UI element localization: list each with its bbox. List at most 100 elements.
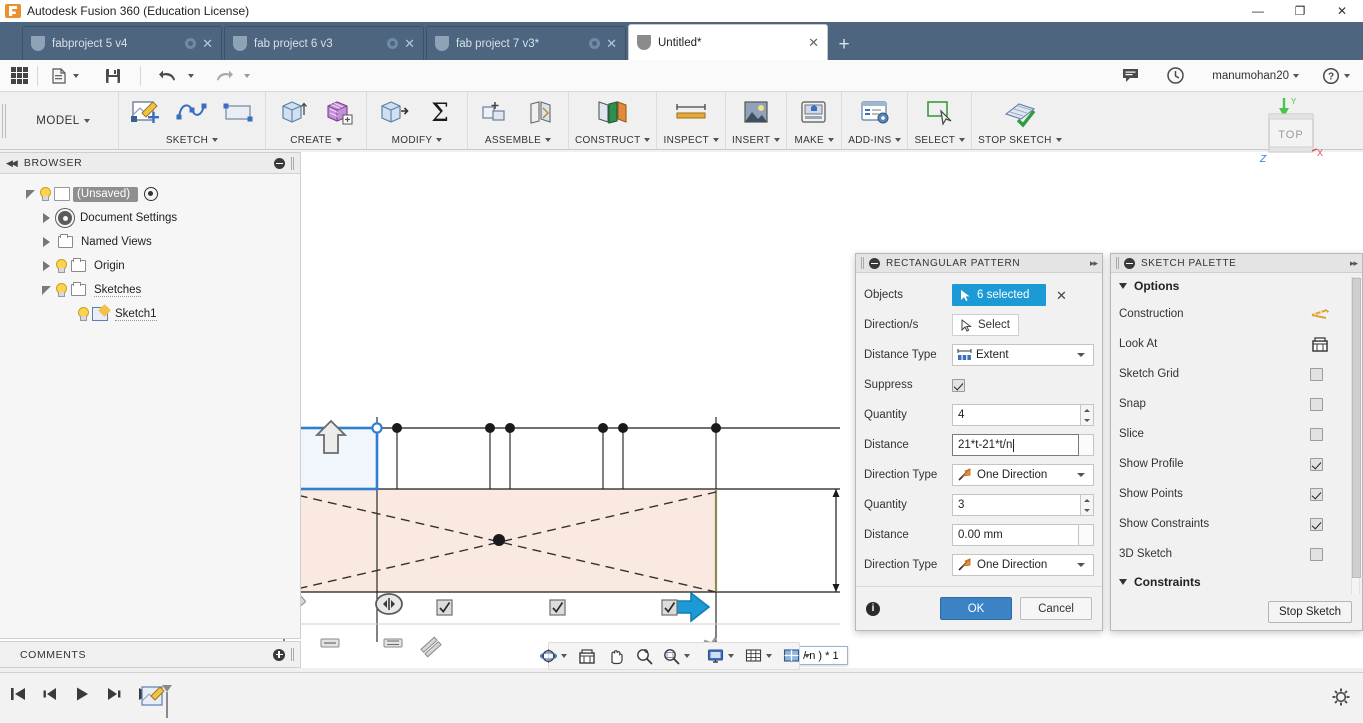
chevron-down-icon[interactable] (244, 73, 250, 78)
add-comment-icon[interactable] (273, 648, 285, 661)
ribbon-group-label[interactable]: SKETCH (125, 132, 259, 148)
tree-node-unsaved[interactable]: (Unsaved) (0, 182, 300, 206)
chevron-down-icon[interactable] (683, 654, 690, 658)
dialog-header[interactable]: RECTANGULAR PATTERN ▸▸ (856, 254, 1102, 273)
visibility-bulb-icon[interactable] (38, 187, 51, 201)
quantity-2-stepper[interactable] (1081, 494, 1094, 516)
document-tab-3[interactable]: fab project 7 v3* ✕ (426, 26, 626, 60)
palette-header[interactable]: SKETCH PALETTE ▸▸ (1111, 254, 1362, 273)
pattern-instance-checkbox[interactable] (661, 599, 678, 616)
info-icon[interactable]: i (866, 601, 880, 616)
comments-resize-grip[interactable] (291, 648, 294, 661)
constraint-symbol-coincident[interactable] (318, 635, 342, 651)
timeline-play-button[interactable] (72, 685, 92, 703)
palette-row-slice[interactable]: Slice (1111, 419, 1362, 449)
chevron-down-icon[interactable] (83, 118, 90, 123)
save-button[interactable] (98, 62, 128, 90)
chevron-down-icon[interactable] (828, 138, 834, 142)
chevron-down-icon[interactable] (765, 654, 772, 658)
orbit-button[interactable] (537, 644, 569, 668)
dialog-expand-icon[interactable]: ▸▸ (1090, 258, 1098, 269)
palette-scrollbar[interactable] (1351, 277, 1361, 617)
dialog-collapse-icon[interactable] (869, 257, 880, 269)
distance-2-input[interactable]: 0.00 mm (952, 524, 1079, 546)
show-constraints-checkbox[interactable] (1310, 517, 1323, 531)
ribbon-group-label[interactable]: INSPECT (663, 132, 719, 148)
visibility-bulb-icon[interactable] (54, 283, 67, 297)
direction-type-2-combo[interactable]: One Direction (952, 554, 1094, 576)
workspace-selector[interactable]: MODEL (8, 92, 118, 149)
tab-close-icon[interactable]: ✕ (404, 37, 415, 50)
user-account-button[interactable]: manumohan20 (1206, 70, 1305, 82)
distance-2-dropdown[interactable] (1079, 524, 1094, 546)
fit-button[interactable] (660, 644, 692, 668)
pattern-up-arrow-handle[interactable] (313, 419, 349, 457)
close-button[interactable]: ✕ (1321, 0, 1363, 22)
help-button[interactable]: ? (1317, 62, 1355, 90)
visibility-bulb-icon[interactable] (54, 259, 67, 273)
insert-mcmaster-button[interactable] (735, 94, 777, 132)
timeline-first-button[interactable] (8, 685, 28, 703)
chevron-down-icon[interactable] (1293, 73, 1299, 78)
chevron-down-icon[interactable] (727, 654, 734, 658)
timeline-next-button[interactable] (104, 685, 124, 703)
ribbon-group-label[interactable]: ASSEMBLE (474, 132, 562, 148)
chevron-down-icon[interactable] (1077, 473, 1085, 477)
grid-snap-button[interactable] (742, 644, 774, 668)
suppress-checkbox[interactable] (952, 378, 965, 392)
quantity-2-input[interactable]: 3 (952, 494, 1081, 516)
chevron-down-icon[interactable] (436, 138, 443, 142)
palette-row-snap[interactable]: Snap (1111, 389, 1362, 419)
constraint-symbol-coincident[interactable] (381, 635, 405, 651)
undo-button[interactable] (153, 62, 199, 90)
activate-component-icon[interactable] (144, 187, 159, 201)
tree-node-sketches[interactable]: Sketches (0, 278, 300, 302)
dialog-drag-grip[interactable] (861, 257, 864, 269)
spline-tool-button[interactable] (171, 94, 213, 132)
ribbon-group-label[interactable]: CONSTRUCT (575, 132, 651, 148)
quantity-1-stepper[interactable] (1081, 404, 1094, 426)
options-section-header[interactable]: Options (1111, 273, 1362, 299)
chevron-down-icon[interactable] (1055, 138, 1062, 142)
browser-resize-grip[interactable] (291, 156, 294, 170)
expand-toggle-icon[interactable] (38, 230, 54, 254)
stop-sketch-button[interactable]: Stop Sketch (1267, 601, 1352, 623)
palette-collapse-icon[interactable] (1124, 257, 1135, 269)
show-points-checkbox[interactable] (1310, 487, 1323, 501)
direction-type-1-combo[interactable]: One Direction (952, 464, 1094, 486)
timeline-feature-sketch1[interactable] (140, 683, 174, 723)
ribbon-group-label[interactable]: CREATE (272, 132, 360, 148)
pattern-instance-checkbox[interactable] (436, 599, 453, 616)
change-parameters-button[interactable]: Σ (419, 94, 461, 132)
job-status-button[interactable] (1161, 62, 1190, 90)
clear-selection-icon[interactable]: ✕ (1056, 289, 1067, 302)
visibility-bulb-icon[interactable] (76, 307, 89, 321)
palette-expand-icon[interactable]: ▸▸ (1350, 258, 1358, 269)
chevron-down-icon[interactable] (644, 138, 651, 142)
document-tab-2[interactable]: fab project 6 v3 ✕ (224, 26, 424, 60)
chevron-down-icon[interactable] (803, 654, 810, 658)
3d-print-button[interactable] (793, 94, 835, 132)
zoom-button[interactable] (633, 644, 656, 668)
ribbon-group-label[interactable]: SELECT (914, 132, 966, 148)
ribbon-group-label[interactable]: MAKE (793, 132, 835, 148)
chevron-down-icon[interactable] (335, 138, 342, 142)
browser-minimize-icon[interactable] (274, 157, 285, 169)
chevron-down-icon[interactable] (895, 138, 902, 142)
look-at-button[interactable] (575, 644, 598, 668)
new-component-button[interactable] (474, 94, 516, 132)
constraints-section-header[interactable]: Constraints (1111, 569, 1362, 595)
create-pattern-button[interactable] (318, 94, 360, 132)
tab-close-icon[interactable]: ✕ (808, 36, 819, 49)
distance-type-combo[interactable]: Extent (952, 344, 1094, 366)
distance-1-input[interactable]: 21*t-21*t/n (952, 434, 1079, 456)
quantity-1-input[interactable]: 4 (952, 404, 1081, 426)
chevron-down-icon[interactable] (73, 73, 79, 78)
timeline-settings-button[interactable] (1331, 687, 1351, 707)
document-tab-1[interactable]: fabproject 5 v4 ✕ (22, 26, 222, 60)
slice-checkbox[interactable] (1310, 427, 1323, 441)
tree-node-origin[interactable]: Origin (0, 254, 300, 278)
chevron-down-icon[interactable] (212, 138, 219, 142)
joint-button[interactable] (520, 94, 562, 132)
timeline-previous-button[interactable] (40, 685, 60, 703)
